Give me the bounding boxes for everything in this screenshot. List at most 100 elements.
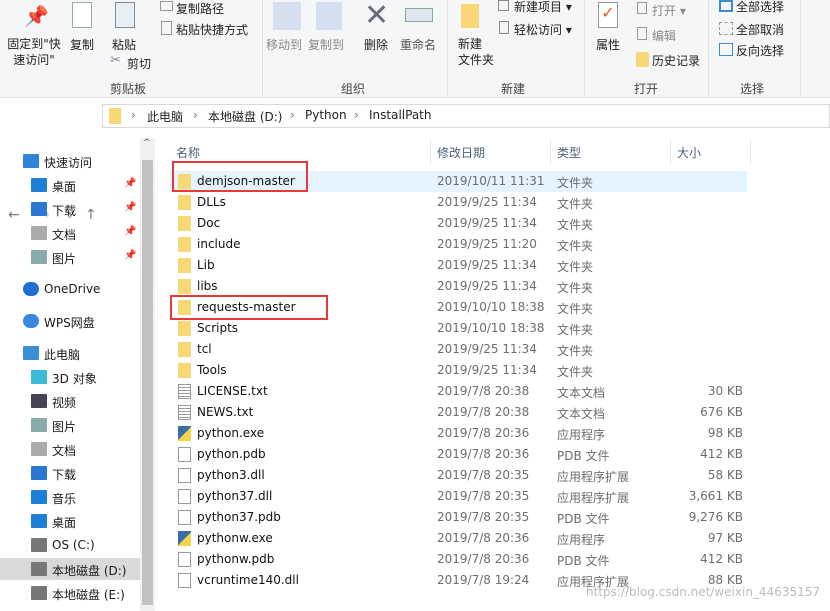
easy-access-icon bbox=[499, 21, 509, 34]
sidebar-item[interactable]: 下载 bbox=[0, 462, 140, 484]
file-row[interactable]: NEWS.txt 2019/7/8 20:38 文本文档 676 KB bbox=[170, 402, 747, 423]
clipboard-group-label: 剪贴板 bbox=[110, 82, 147, 96]
file-row[interactable]: python37.dll 2019/7/8 20:35 应用程序扩展 3,661 KB bbox=[170, 486, 747, 507]
paste-button[interactable]: 粘贴 bbox=[112, 36, 136, 53]
file-row[interactable]: python.exe 2019/7/8 20:36 应用程序 98 KB bbox=[170, 423, 747, 444]
computer-icon bbox=[23, 346, 39, 360]
scissors-icon: ✂ bbox=[110, 53, 121, 68]
sidebar-item-label: 文档 bbox=[52, 228, 77, 242]
file-type: 文件夹 bbox=[557, 365, 594, 379]
sidebar-item[interactable]: 文档 bbox=[0, 438, 140, 460]
file-row[interactable]: Lib 2019/9/25 11:34 文件夹 bbox=[170, 255, 747, 276]
select-all-button[interactable]: 全部选择 bbox=[736, 0, 784, 15]
sidebar-item[interactable]: 图片 bbox=[0, 414, 140, 436]
highlight-box bbox=[172, 161, 308, 192]
copy-to-button[interactable]: 复制到 bbox=[308, 36, 344, 53]
file-date: 2019/7/8 20:35 bbox=[437, 468, 530, 482]
move-to-button[interactable]: 移动到 bbox=[266, 36, 302, 53]
ribbon: 📌 固定到"快 速访问" 复制 粘贴 复制路径 粘贴快捷方式 ✂ 剪切 剪贴板 移… bbox=[0, 0, 830, 98]
file-row[interactable]: Tools 2019/9/25 11:34 文件夹 bbox=[170, 360, 747, 381]
sidebar-item[interactable]: 此电脑 bbox=[0, 342, 140, 364]
sidebar-item[interactable]: 本地磁盘 (E:) bbox=[0, 582, 140, 604]
pin-icon[interactable]: 📌 bbox=[124, 250, 136, 261]
sidebar-item[interactable]: 桌面 📌 bbox=[0, 174, 140, 196]
paste-shortcut-button[interactable]: 粘贴快捷方式 bbox=[176, 21, 248, 38]
pin-icon[interactable]: 📌 bbox=[124, 178, 136, 189]
file-row[interactable]: pythonw.exe 2019/7/8 20:36 应用程序 97 KB bbox=[170, 528, 747, 549]
divider bbox=[584, 0, 585, 96]
open-button[interactable]: 打开 ▾ bbox=[652, 2, 686, 19]
breadcrumb-installpath[interactable]: InstallPath bbox=[369, 108, 431, 122]
star-icon bbox=[23, 154, 39, 168]
select-none-button[interactable]: 全部取消 bbox=[736, 21, 784, 38]
pin-icon[interactable]: 📌 bbox=[124, 226, 136, 237]
sidebar-item[interactable]: 音乐 bbox=[0, 486, 140, 508]
sidebar-item-label: WPS网盘 bbox=[44, 316, 95, 330]
column-header-size[interactable]: 大小 bbox=[677, 144, 701, 168]
file-name: Scripts bbox=[197, 321, 239, 335]
file-name: DLLs bbox=[197, 195, 226, 209]
file-name: python37.pdb bbox=[197, 510, 281, 524]
sidebar-item[interactable]: 3D 对象 bbox=[0, 366, 140, 388]
file-name: vcruntime140.dll bbox=[197, 573, 299, 587]
file-row[interactable]: python37.pdb 2019/7/8 20:35 PDB 文件 9,276 KB bbox=[170, 507, 747, 528]
video-icon bbox=[31, 394, 47, 408]
new-folder-button[interactable]: 新建 文件夹 bbox=[458, 36, 494, 68]
sidebar-item[interactable]: OS (C:) bbox=[0, 534, 140, 556]
delete-button[interactable]: 删除 bbox=[364, 36, 388, 53]
column-header-date[interactable]: 修改日期 bbox=[437, 144, 485, 168]
breadcrumb-this-pc[interactable]: 此电脑 bbox=[147, 108, 183, 125]
open-label: 打开 bbox=[652, 4, 677, 18]
file-row[interactable]: python.pdb 2019/7/8 20:36 PDB 文件 412 KB bbox=[170, 444, 747, 465]
sidebar-item[interactable]: 下载 📌 bbox=[0, 198, 140, 220]
sidebar-item[interactable]: 文档 📌 bbox=[0, 222, 140, 244]
column-header-type[interactable]: 类型 bbox=[557, 144, 581, 168]
file-row[interactable]: include 2019/9/25 11:20 文件夹 bbox=[170, 234, 747, 255]
folder-icon bbox=[178, 258, 191, 273]
file-row[interactable]: Scripts 2019/10/10 18:38 文件夹 bbox=[170, 318, 747, 339]
sidebar-item[interactable]: 桌面 bbox=[0, 510, 140, 532]
desktop-icon bbox=[31, 514, 47, 528]
file-type: 应用程序扩展 bbox=[557, 491, 630, 505]
rename-icon bbox=[405, 8, 433, 22]
edit-button[interactable]: 编辑 bbox=[652, 27, 676, 44]
sidebar-item[interactable]: 快速访问 bbox=[0, 150, 140, 172]
copy-button[interactable]: 复制 bbox=[70, 36, 94, 53]
sidebar-item[interactable]: 视频 bbox=[0, 390, 140, 412]
properties-button[interactable]: 属性 bbox=[596, 36, 620, 53]
pin-icon[interactable]: 📌 bbox=[124, 202, 136, 213]
file-row[interactable]: libs 2019/9/25 11:34 文件夹 bbox=[170, 276, 747, 297]
file-row[interactable]: tcl 2019/9/25 11:34 文件夹 bbox=[170, 339, 747, 360]
history-button[interactable]: 历史记录 bbox=[652, 52, 700, 69]
sidebar-item[interactable]: OneDrive bbox=[0, 278, 140, 300]
file-name: include bbox=[197, 237, 241, 251]
cut-button[interactable]: 剪切 bbox=[127, 55, 151, 72]
file-date: 2019/10/10 18:38 bbox=[437, 321, 545, 335]
file-row[interactable]: pythonw.pdb 2019/7/8 20:36 PDB 文件 412 KB bbox=[170, 549, 747, 570]
drive-icon bbox=[31, 586, 47, 600]
breadcrumb-python[interactable]: Python bbox=[305, 108, 347, 122]
sidebar-item-label: 图片 bbox=[52, 252, 77, 266]
sidebar-scrollbar-thumb[interactable] bbox=[142, 160, 153, 605]
easy-access-dropdown[interactable]: 轻松访问 ▾ bbox=[514, 21, 572, 38]
file-row[interactable]: LICENSE.txt 2019/7/8 20:38 文本文档 30 KB bbox=[170, 381, 747, 402]
pin-quick-access-button[interactable]: 固定到"快 速访问" bbox=[6, 36, 62, 68]
new-item-dropdown[interactable]: 新建项目 ▾ bbox=[514, 0, 572, 15]
file-row[interactable]: python3.dll 2019/7/8 20:35 应用程序扩展 58 KB bbox=[170, 465, 747, 486]
file-icon bbox=[178, 447, 191, 462]
invert-selection-button[interactable]: 反向选择 bbox=[736, 42, 784, 59]
file-row[interactable]: Doc 2019/9/25 11:34 文件夹 bbox=[170, 213, 747, 234]
file-type: 应用程序扩展 bbox=[557, 470, 630, 484]
divider bbox=[262, 0, 263, 96]
copy-path-button[interactable]: 复制路径 bbox=[176, 0, 224, 17]
sidebar-item-label: 音乐 bbox=[52, 492, 77, 506]
rename-button[interactable]: 重命名 bbox=[400, 36, 436, 53]
sidebar-item[interactable]: 本地磁盘 (D:) bbox=[0, 558, 140, 580]
sidebar-item[interactable]: WPS网盘 bbox=[0, 310, 140, 332]
sidebar-item[interactable]: 图片 📌 bbox=[0, 246, 140, 268]
breadcrumb-drive-d[interactable]: 本地磁盘 (D:) bbox=[208, 108, 282, 125]
file-row[interactable]: DLLs 2019/9/25 11:34 文件夹 bbox=[170, 192, 747, 213]
organize-group-label: 组织 bbox=[341, 82, 366, 96]
sidebar-item-label: 视频 bbox=[52, 396, 77, 410]
file-date: 2019/7/8 20:35 bbox=[437, 510, 530, 524]
